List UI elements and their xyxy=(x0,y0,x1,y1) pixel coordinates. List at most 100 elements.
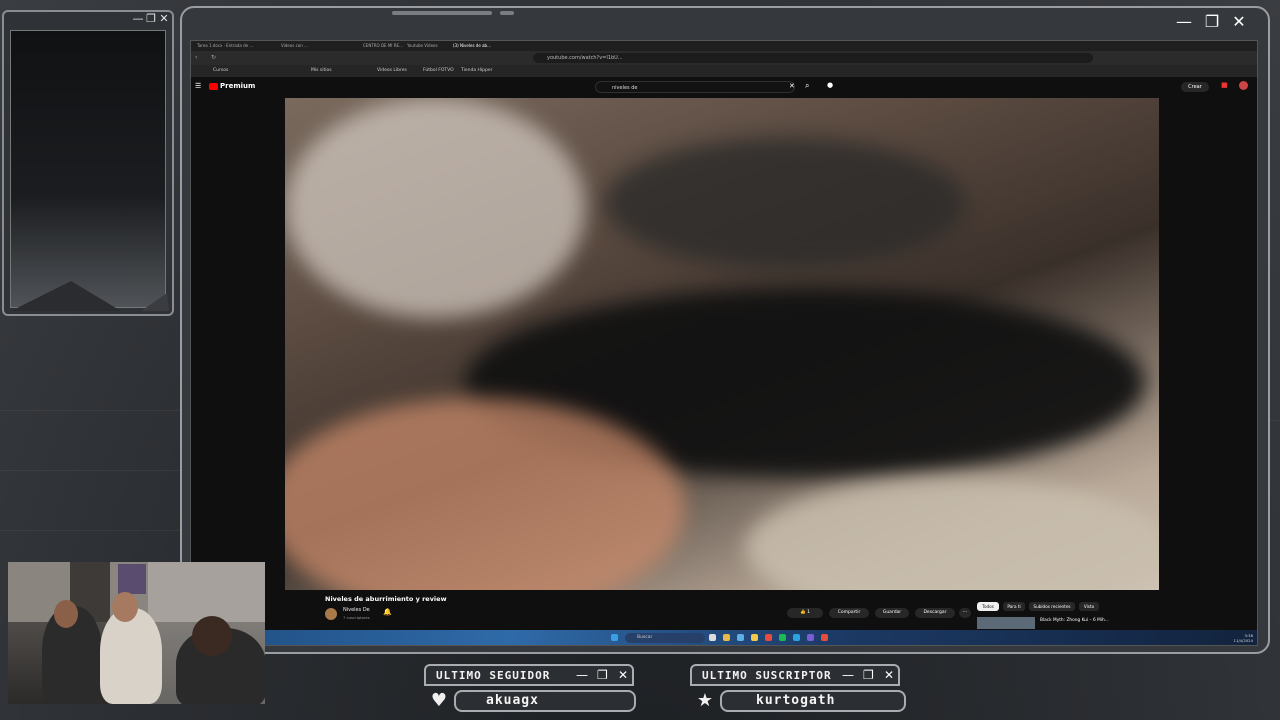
frame-handle[interactable] xyxy=(500,11,514,15)
heart-icon: ♥ xyxy=(430,690,448,711)
avatar[interactable] xyxy=(1239,81,1248,90)
like-button[interactable]: 👍 1 xyxy=(787,608,823,618)
opera-icon[interactable] xyxy=(765,634,772,641)
search-icon[interactable]: ⌕ xyxy=(805,81,809,91)
last-subscriber-header: ULTIMO SUSCRIPTOR — ❐ ✕ xyxy=(690,664,900,686)
person-head xyxy=(192,616,232,656)
browser-tab-active[interactable]: (3) Niveles de ab... xyxy=(453,42,523,50)
more-button[interactable]: ··· xyxy=(959,608,971,618)
back-icon[interactable]: ‹ xyxy=(195,54,197,61)
youtube-logo[interactable]: Premium xyxy=(209,82,255,90)
bookmark-item[interactable]: Fútbol FOTVO xyxy=(423,67,454,75)
clock-date: 11/4/2024 xyxy=(1233,638,1253,643)
bookmark-item[interactable]: Mis sitios xyxy=(311,67,332,75)
browser-tab[interactable]: Videos con ... xyxy=(281,42,351,50)
last-follower-header: ULTIMO SEGUIDOR — ❐ ✕ xyxy=(424,664,634,686)
person-head xyxy=(112,592,138,622)
webcam-poster xyxy=(118,564,146,594)
minimize-icon[interactable]: — xyxy=(576,668,588,682)
microphone-icon[interactable]: ● xyxy=(827,81,833,89)
youtube-header: ☰ Premium niveles de ✕ ⌕ ● Crear ■ xyxy=(191,77,1257,97)
last-follower-name: akuagx xyxy=(486,693,539,708)
video-blur xyxy=(745,478,1159,590)
chip-todos[interactable]: Todos xyxy=(977,602,999,611)
chip-para-ti[interactable]: Para ti xyxy=(1003,602,1025,611)
last-follower-title: ULTIMO SEGUIDOR xyxy=(436,669,551,682)
maximize-icon[interactable]: ❐ xyxy=(863,668,874,682)
last-subscriber-title: ULTIMO SUSCRIPTOR xyxy=(702,669,832,682)
floor-line xyxy=(0,530,180,531)
last-follower-widget: ULTIMO SEGUIDOR — ❐ ✕ ♥ akuagx xyxy=(424,664,644,716)
minimize-icon[interactable]: — xyxy=(132,13,144,25)
video-player[interactable] xyxy=(285,98,1159,590)
task-view-icon[interactable] xyxy=(709,634,716,641)
youtube-logo-text: Premium xyxy=(220,82,256,90)
obs-icon[interactable] xyxy=(807,634,814,641)
video-blur xyxy=(285,98,585,318)
browser-window: Tarea 1.docx · Entrada de ... Videos con… xyxy=(190,40,1258,646)
bookmark-item[interactable]: Videos Libres xyxy=(377,67,407,75)
app-icon[interactable] xyxy=(821,634,828,641)
close-icon[interactable]: ✕ xyxy=(618,668,628,682)
menu-icon[interactable]: ☰ xyxy=(195,82,201,90)
side-window-titlebar[interactable]: — ❐ ✕ xyxy=(4,12,172,28)
last-subscriber-widget: ULTIMO SUSCRIPTOR — ❐ ✕ ★ kurtogath xyxy=(690,664,910,716)
last-subscriber-box: kurtogath xyxy=(720,690,906,712)
address-bar[interactable]: youtube.com/watch?v=I1bU... xyxy=(533,53,1093,63)
webcam-feed xyxy=(8,562,265,704)
channel-name[interactable]: Niveles De xyxy=(343,607,370,613)
telegram-icon[interactable] xyxy=(793,634,800,641)
side-window: — ❐ ✕ xyxy=(2,10,174,316)
bookmark-item[interactable]: Tienda Hipper xyxy=(461,67,493,75)
create-button[interactable]: Crear xyxy=(1181,82,1209,92)
chip-recientes[interactable]: Subidos recientes xyxy=(1029,602,1075,611)
close-icon[interactable]: ✕ xyxy=(1229,12,1249,32)
close-icon[interactable]: ✕ xyxy=(884,668,894,682)
maximize-icon[interactable]: ❐ xyxy=(597,668,608,682)
windows-start-icon[interactable] xyxy=(611,634,618,641)
channel-avatar[interactable] xyxy=(325,608,337,620)
mountain-graphic xyxy=(11,281,169,311)
chrome-icon[interactable] xyxy=(751,634,758,641)
bookmark-item[interactable]: Cursos xyxy=(213,67,228,75)
person-head xyxy=(54,600,78,628)
youtube-play-icon xyxy=(209,82,218,90)
download-button[interactable]: Descargar xyxy=(915,608,955,618)
close-icon[interactable]: ✕ xyxy=(158,13,170,25)
spotify-icon[interactable] xyxy=(779,634,786,641)
side-window-content xyxy=(10,30,169,311)
search-input[interactable]: niveles de xyxy=(595,81,795,93)
floor-line xyxy=(0,470,180,471)
share-button[interactable]: Compartir xyxy=(829,608,869,618)
bell-icon[interactable]: 🔔 xyxy=(383,608,392,616)
channel-subscribers: 7 suscriptores xyxy=(343,615,370,620)
file-explorer-icon[interactable] xyxy=(723,634,730,641)
windows-taskbar: Buscar 3:36 11/4/2024 xyxy=(191,630,1257,645)
minimize-icon[interactable]: — xyxy=(1174,12,1194,32)
frame-handle[interactable] xyxy=(392,11,492,15)
maximize-icon[interactable]: ❐ xyxy=(145,13,157,25)
store-icon[interactable] xyxy=(737,634,744,641)
save-button[interactable]: Guardar xyxy=(875,608,909,618)
video-title: Niveles de aburrimiento y review xyxy=(325,595,447,603)
like-count: 1 xyxy=(807,610,810,615)
star-icon: ★ xyxy=(696,690,714,711)
last-subscriber-name: kurtogath xyxy=(756,693,836,708)
last-follower-box: akuagx xyxy=(454,690,636,712)
chip-visto[interactable]: Visto xyxy=(1079,602,1099,611)
taskbar-search[interactable]: Buscar xyxy=(625,633,705,643)
browser-tab[interactable]: Youtube Videos xyxy=(407,42,447,50)
person xyxy=(100,608,162,704)
bookmarks-bar: Cursos Mis sitios Videos Libres Fútbol F… xyxy=(191,65,1257,77)
floor-line xyxy=(0,410,180,411)
tab-strip: Tarea 1.docx · Entrada de ... Videos con… xyxy=(191,41,1257,51)
recommendation-thumbnail[interactable] xyxy=(977,617,1035,629)
clear-search-icon[interactable]: ✕ xyxy=(789,82,795,90)
reload-icon[interactable]: ↻ xyxy=(211,54,216,61)
taskbar-clock[interactable]: 3:36 11/4/2024 xyxy=(1234,633,1253,643)
browser-tab[interactable]: Tarea 1.docx · Entrada de ... xyxy=(197,42,267,50)
recommendation-title[interactable]: Black Myth: Zhong Kui – 6 Mih... xyxy=(1040,618,1109,623)
notifications-icon[interactable]: ■ xyxy=(1221,81,1228,89)
maximize-icon[interactable]: ❐ xyxy=(1202,12,1222,32)
minimize-icon[interactable]: — xyxy=(842,668,854,682)
